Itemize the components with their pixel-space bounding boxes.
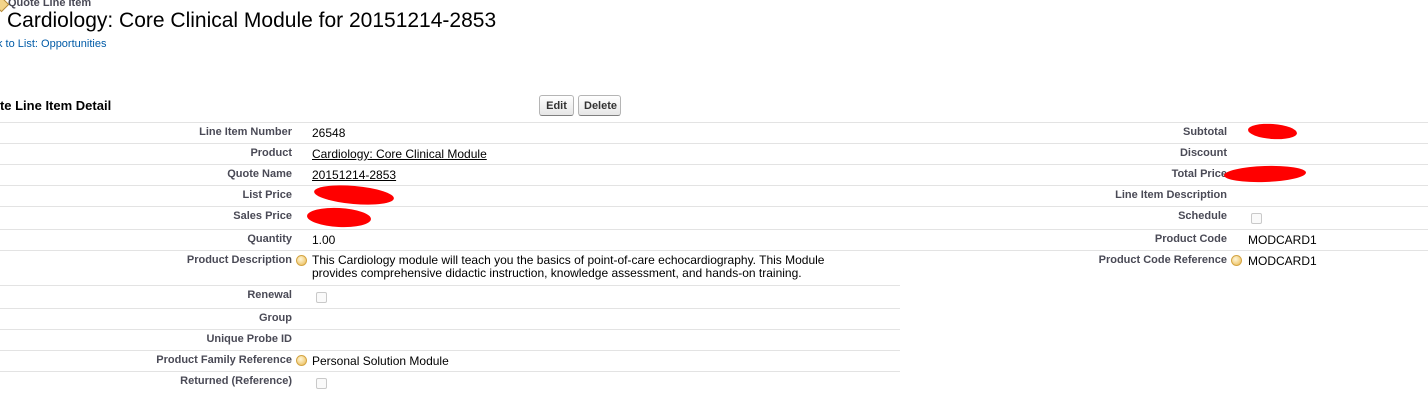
renewal-checkbox	[316, 292, 327, 303]
section-divider	[0, 122, 1428, 123]
redaction-mark	[1223, 164, 1307, 184]
line-item-description-label: Line Item Description	[1115, 189, 1227, 201]
row-divider	[0, 250, 1428, 251]
quantity-value: 1.00	[312, 233, 336, 247]
row-divider	[0, 285, 900, 286]
row-divider	[0, 308, 900, 309]
edit-button[interactable]: Edit	[539, 95, 574, 116]
returned-reference-label: Returned (Reference)	[180, 375, 292, 387]
row-divider	[0, 371, 900, 372]
redaction-mark	[1247, 122, 1298, 141]
product-label: Product	[250, 147, 292, 159]
product-link[interactable]: Cardiology: Core Clinical Module	[312, 147, 487, 161]
redaction-mark	[306, 206, 372, 229]
unique-probe-id-label: Unique Probe ID	[206, 333, 292, 345]
total-price-label: Total Price	[1171, 168, 1227, 180]
sales-price-label: Sales Price	[233, 210, 292, 222]
product-description-label: Product Description	[186, 254, 292, 266]
line-item-number-value: 26548	[312, 126, 346, 140]
group-label: Group	[259, 312, 292, 324]
help-icon[interactable]	[296, 355, 307, 366]
schedule-label: Schedule	[1178, 210, 1227, 222]
product-value: Cardiology: Core Clinical Module	[312, 147, 487, 161]
delete-button[interactable]: Delete	[578, 95, 621, 116]
object-type-label: Quote Line Item	[8, 0, 92, 9]
list-price-label: List Price	[242, 189, 292, 201]
product-code-reference-value: MODCARD1	[1248, 254, 1317, 268]
row-divider	[0, 229, 1428, 230]
row-divider	[0, 143, 1428, 144]
quantity-label: Quantity	[247, 233, 292, 245]
redaction-mark	[313, 182, 395, 208]
row-divider	[0, 350, 900, 351]
row-divider	[0, 206, 1428, 207]
back-to-list-link[interactable]: k to List: Opportunities	[0, 38, 106, 50]
discount-label: Discount	[1179, 147, 1227, 159]
quote-name-label: Quote Name	[227, 168, 292, 180]
product-code-reference-label: Product Code Reference	[1098, 254, 1227, 266]
product-family-reference-value: Personal Solution Module	[312, 354, 449, 368]
quote-name-value: 20151214-2853	[312, 168, 396, 182]
renewal-label: Renewal	[247, 289, 292, 301]
page-title: Cardiology: Core Clinical Module for 201…	[7, 9, 497, 32]
help-icon[interactable]	[1231, 255, 1242, 266]
subtotal-label: Subtotal	[1183, 126, 1227, 138]
row-divider	[0, 164, 1428, 165]
product-code-label: Product Code	[1154, 233, 1227, 245]
row-divider	[0, 185, 1428, 186]
help-icon[interactable]	[296, 255, 307, 266]
returned-reference-checkbox	[316, 378, 327, 389]
section-title: ote Line Item Detail	[0, 98, 112, 113]
line-item-number-label: Line Item Number	[199, 126, 292, 138]
schedule-checkbox	[1251, 213, 1262, 224]
quote-name-link[interactable]: 20151214-2853	[312, 168, 396, 182]
product-description-value: This Cardiology module will teach you th…	[312, 253, 825, 280]
product-code-value: MODCARD1	[1248, 233, 1317, 247]
product-family-reference-label: Product Family Reference	[156, 354, 292, 366]
row-divider	[0, 329, 900, 330]
